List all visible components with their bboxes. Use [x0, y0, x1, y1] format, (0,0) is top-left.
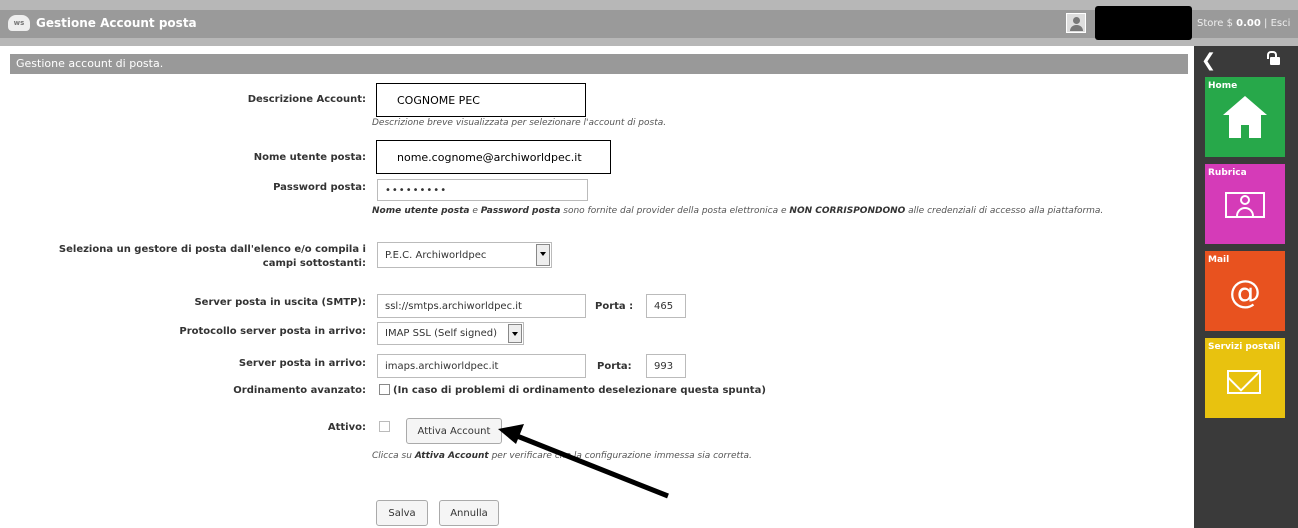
store-label: Store $: [1197, 18, 1233, 29]
chevron-down-icon[interactable]: [536, 244, 550, 266]
description-hint: Descrizione breve visualizzata per selez…: [372, 118, 667, 128]
user-avatar-icon[interactable]: [1066, 13, 1086, 33]
activate-hint-bold: Attiva Account: [414, 451, 489, 461]
back-arrow-icon[interactable]: ❮: [1201, 50, 1216, 71]
provider-label: Seleziona un gestore di posta dall'elenc…: [58, 244, 366, 269]
username-label: Nome utente posta:: [253, 152, 366, 163]
tile-home[interactable]: Home: [1205, 77, 1285, 157]
incoming-port-label: Porta:: [597, 361, 632, 372]
active-label: Attivo:: [327, 422, 366, 433]
smtp-label: Server posta in uscita (SMTP):: [194, 297, 366, 308]
provider-select[interactable]: P.E.C. Archiworldpec: [377, 242, 552, 268]
credentials-hint-password: Password posta: [480, 206, 561, 216]
advanced-sort-label: Ordinamento avanzato:: [233, 385, 366, 396]
save-button[interactable]: Salva: [376, 500, 428, 526]
activate-account-button[interactable]: Attiva Account: [406, 418, 502, 444]
incoming-server-input[interactable]: imaps.archiworldpec.it: [377, 354, 586, 378]
tile-home-label: Home: [1208, 81, 1238, 91]
username-input[interactable]: nome.cognome@archiworldpec.it: [376, 140, 611, 174]
tile-mail[interactable]: Mail @: [1205, 251, 1285, 331]
tile-servizi-postali-label: Servizi postali: [1208, 342, 1280, 352]
password-label: Password posta:: [273, 182, 366, 193]
at-sign-icon: @: [1229, 273, 1261, 311]
cancel-button[interactable]: Annulla: [439, 500, 499, 526]
protocol-select-value: IMAP SSL (Self signed): [385, 328, 498, 339]
redacted-username: [1095, 6, 1192, 40]
advanced-sort-checkbox[interactable]: [379, 384, 390, 395]
home-icon-door: [1241, 125, 1249, 138]
description-input[interactable]: COGNOME PEC: [376, 83, 586, 117]
lock-icon[interactable]: [1267, 51, 1280, 65]
smtp-port-label: Porta :: [595, 301, 634, 312]
store-separator: |: [1264, 18, 1268, 29]
app-logo-icon: ws: [8, 15, 30, 31]
activate-hint-text-1: Clicca su: [372, 451, 415, 461]
credentials-hint-warning: NON CORRISPONDONO: [789, 206, 906, 216]
protocol-label: Protocollo server posta in arrivo:: [179, 326, 366, 337]
credentials-hint: Nome utente posta e Password posta sono …: [372, 206, 1103, 216]
section-header: [10, 54, 1188, 74]
logout-link[interactable]: Esci: [1271, 18, 1291, 29]
incoming-server-label: Server posta in arrivo:: [238, 358, 366, 369]
tile-rubrica[interactable]: Rubrica: [1205, 164, 1285, 244]
store-amount: 0.00: [1236, 18, 1261, 29]
credentials-hint-username: Nome utente posta: [372, 206, 470, 216]
chevron-down-icon[interactable]: [508, 324, 522, 343]
smtp-server-input[interactable]: ssl://smtps.archiworldpec.it: [377, 294, 586, 318]
app-title: Gestione Account posta: [36, 16, 197, 30]
section-title: Gestione account di posta.: [16, 57, 164, 70]
credentials-hint-text-1: e: [469, 206, 481, 216]
tile-mail-label: Mail: [1208, 255, 1230, 265]
advanced-sort-note: (In caso di problemi di ordinamento dese…: [393, 385, 766, 396]
store-balance[interactable]: Store $ 0.00 | Esci: [1197, 18, 1290, 29]
active-checkbox[interactable]: [379, 421, 390, 432]
envelope-icon: [1227, 370, 1261, 394]
provider-select-value: P.E.C. Archiworldpec: [385, 249, 487, 261]
description-label: Descrizione Account:: [247, 94, 366, 105]
credentials-hint-text-3: alle credenziali di accesso alla piattaf…: [905, 206, 1104, 216]
contact-card-icon-head: [1240, 195, 1250, 205]
annotation-arrow-icon: [498, 424, 669, 499]
tile-rubrica-label: Rubrica: [1208, 168, 1247, 178]
tile-servizi-postali[interactable]: Servizi postali: [1205, 338, 1285, 418]
credentials-hint-text-2: sono fornite dal provider della posta el…: [560, 206, 790, 216]
incoming-port-input[interactable]: 993: [646, 354, 686, 378]
home-icon: [1223, 96, 1267, 115]
password-input[interactable]: •••••••••: [377, 179, 588, 201]
smtp-port-input[interactable]: 465: [646, 294, 686, 318]
protocol-select[interactable]: IMAP SSL (Self signed): [377, 322, 524, 345]
